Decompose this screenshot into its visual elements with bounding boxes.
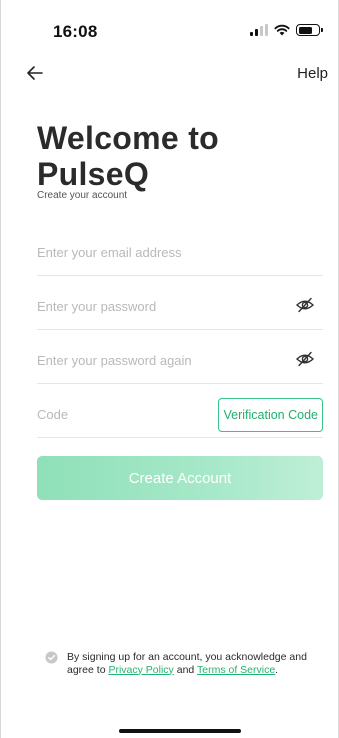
privacy-policy-link[interactable]: Privacy Policy [108,664,173,676]
wifi-icon [274,24,290,36]
status-time: 16:08 [53,22,98,41]
page-subtitle: Create your account [37,190,128,201]
terms-agreement: By signing up for an account, you acknow… [45,651,323,676]
terms-of-service-link[interactable]: Terms of Service [197,664,275,676]
title-line-1: Welcome to [37,120,219,156]
eye-off-icon [295,297,315,313]
home-indicator [119,729,241,733]
battery-icon [296,24,323,36]
email-input[interactable] [37,242,277,262]
password-confirm-input[interactable] [37,350,277,370]
eye-off-icon [295,351,315,367]
status-bar: 16:08 [1,0,339,54]
create-account-button[interactable]: Create Account [37,456,323,500]
password-input[interactable] [37,296,277,316]
password-visibility-toggle[interactable] [295,295,315,315]
page-title: Welcome to PulseQ [37,120,317,192]
agreement-text-after: . [275,663,279,676]
agreement-text: By signing up for an account, you acknow… [67,651,323,676]
password-confirm-visibility-toggle[interactable] [295,349,315,369]
app-screen: 16:08 Help Welcome to PulseQ Create your… [0,0,339,738]
code-input[interactable] [37,404,197,424]
signal-icon [250,24,268,36]
code-field: Verification Code [37,384,323,438]
agreement-text-between: and [173,663,197,676]
verification-code-button[interactable]: Verification Code [218,398,323,432]
top-nav: Help [1,58,339,90]
back-arrow-icon [27,65,43,80]
status-icons [250,24,323,36]
email-field [37,222,323,276]
password-confirm-field [37,330,323,384]
title-line-2: PulseQ [37,156,150,192]
help-link[interactable]: Help [297,65,328,82]
back-button[interactable] [23,62,47,86]
password-field [37,276,323,330]
check-circle-icon[interactable] [45,651,58,664]
